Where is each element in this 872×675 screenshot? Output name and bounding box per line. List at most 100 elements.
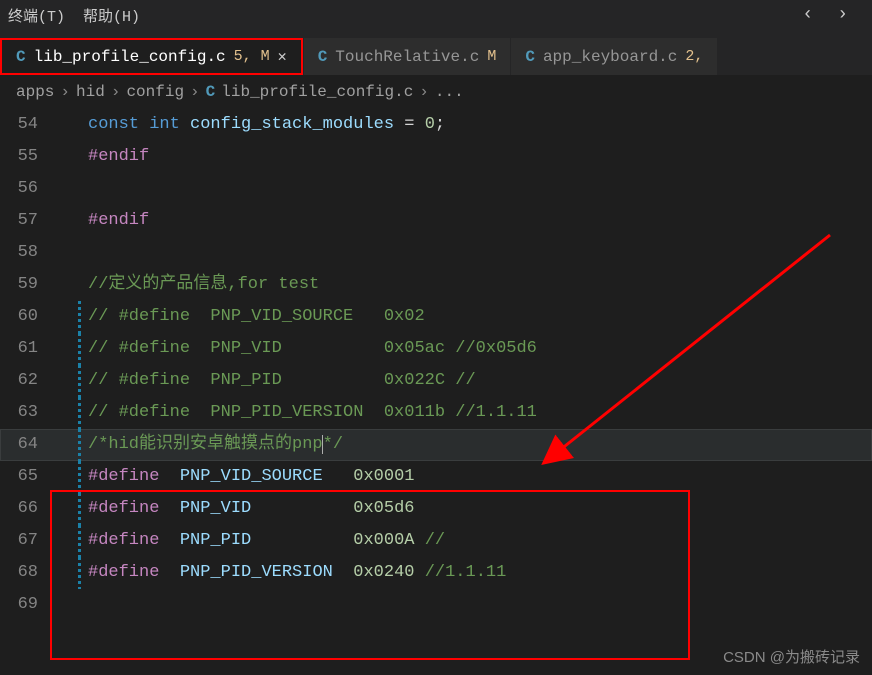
- code-line[interactable]: 55#endif: [0, 141, 872, 173]
- modified-indicator: [78, 365, 81, 397]
- nav-next-icon[interactable]: ›: [837, 5, 848, 25]
- token: [415, 531, 425, 550]
- tab-TouchRelative-c[interactable]: CTouchRelative.cM: [304, 38, 511, 75]
- token: ;: [435, 115, 445, 134]
- nav-prev-icon[interactable]: ‹: [802, 5, 813, 25]
- line-number: 67: [0, 525, 60, 557]
- code-content[interactable]: // #define PNP_VID 0x05ac //0x05d6: [60, 333, 537, 365]
- code-content[interactable]: // #define PNP_PID 0x022C //: [60, 365, 476, 397]
- code-line[interactable]: 65#define PNP_VID_SOURCE 0x0001: [0, 461, 872, 493]
- code-line[interactable]: 61 // #define PNP_VID 0x05ac //0x05d6: [0, 333, 872, 365]
- line-number: 58: [0, 237, 60, 269]
- chevron-right-icon: ›: [190, 83, 200, 101]
- code-line[interactable]: 67#define PNP_PID 0x000A //: [0, 525, 872, 557]
- code-line[interactable]: 60 // #define PNP_VID_SOURCE 0x02: [0, 301, 872, 333]
- menu-help[interactable]: 帮助(H): [83, 5, 140, 26]
- token: PNP_VID: [180, 499, 251, 518]
- line-number: 64: [0, 429, 60, 461]
- code-content[interactable]: const int config_stack_modules = 0;: [60, 109, 445, 141]
- breadcrumb-segment[interactable]: apps: [16, 83, 54, 101]
- tab-filename: TouchRelative.c: [335, 48, 479, 66]
- line-number: 54: [0, 109, 60, 141]
- c-file-icon: C: [16, 48, 26, 66]
- line-number: 60: [0, 301, 60, 333]
- token: [322, 435, 323, 454]
- code-line[interactable]: 54const int config_stack_modules = 0;: [0, 109, 872, 141]
- code-line[interactable]: 62// #define PNP_PID 0x022C //: [0, 365, 872, 397]
- tab-filename: lib_profile_config.c: [34, 48, 226, 66]
- code-content[interactable]: #define PNP_VID 0x05d6: [60, 493, 415, 525]
- code-content[interactable]: #endif: [60, 205, 149, 237]
- breadcrumb-segment[interactable]: hid: [76, 83, 105, 101]
- token: 0x0240: [353, 563, 414, 582]
- code-content[interactable]: // #define PNP_PID_VERSION 0x011b //1.1.…: [60, 397, 537, 429]
- tab-badge: 2,: [685, 48, 703, 65]
- breadcrumbs[interactable]: apps › hid › config › C lib_profile_conf…: [0, 75, 872, 109]
- line-number: 57: [0, 205, 60, 237]
- token: [251, 531, 353, 550]
- code-content[interactable]: //定义的产品信息,for test: [60, 269, 319, 301]
- code-content[interactable]: #define PNP_PID_VERSION 0x0240 //1.1.11: [60, 557, 506, 589]
- token: #define: [88, 467, 159, 486]
- token: //1.1.11: [425, 563, 507, 582]
- code-content[interactable]: // #define PNP_VID_SOURCE 0x02: [60, 301, 425, 333]
- token: #endif: [88, 211, 149, 230]
- token: PNP_PID_VERSION: [180, 563, 333, 582]
- code-line[interactable]: 69: [0, 589, 872, 621]
- code-editor[interactable]: 54const int config_stack_modules = 0;55#…: [0, 109, 872, 621]
- token: #define: [88, 499, 159, 518]
- watermark: CSDN @为搬砖记录: [723, 646, 860, 667]
- modified-indicator: [78, 333, 81, 365]
- tab-lib-profile-config-c[interactable]: Clib_profile_config.c5, M✕: [0, 38, 303, 75]
- breadcrumb-file[interactable]: lib_profile_config.c: [221, 83, 413, 101]
- code-content[interactable]: #endif: [60, 141, 149, 173]
- code-line[interactable]: 59//定义的产品信息,for test: [0, 269, 872, 301]
- code-line[interactable]: 64/*hid能识别安卓触摸点的pnp*/: [0, 429, 872, 461]
- menubar: 终端(T) 帮助(H) ‹ ›: [0, 0, 872, 30]
- token: =: [394, 115, 425, 134]
- chevron-right-icon: ›: [111, 83, 121, 101]
- modified-indicator: [78, 557, 81, 589]
- token: // #define PNP_PID_VERSION 0x011b //1.1.…: [88, 403, 537, 422]
- code-content[interactable]: [60, 589, 88, 621]
- modified-indicator: [78, 397, 81, 429]
- token: 0x05d6: [353, 499, 414, 518]
- line-number: 68: [0, 557, 60, 589]
- token: // #define PNP_VID 0x05ac //0x05d6: [88, 339, 537, 358]
- token: [159, 499, 179, 518]
- token: #endif: [88, 147, 149, 166]
- line-number: 61: [0, 333, 60, 365]
- modified-indicator: [78, 525, 81, 557]
- token: #define: [88, 531, 159, 550]
- chevron-right-icon: ›: [419, 83, 429, 101]
- token: PNP_VID_SOURCE: [180, 467, 323, 486]
- editor-tabs: Clib_profile_config.c5, M✕CTouchRelative…: [0, 30, 872, 75]
- token: [159, 531, 179, 550]
- close-icon[interactable]: ✕: [278, 47, 287, 66]
- token: #define: [88, 563, 159, 582]
- modified-indicator: [78, 461, 81, 493]
- tab-app-keyboard-c[interactable]: Capp_keyboard.c 2,: [511, 38, 717, 75]
- c-file-icon: C: [206, 83, 216, 101]
- code-line[interactable]: 66#define PNP_VID 0x05d6: [0, 493, 872, 525]
- code-line[interactable]: 57 #endif: [0, 205, 872, 237]
- code-content[interactable]: /*hid能识别安卓触摸点的pnp*/: [60, 429, 343, 461]
- code-line[interactable]: 56: [0, 173, 872, 205]
- menu-terminal[interactable]: 终端(T): [8, 5, 65, 26]
- code-content[interactable]: [60, 173, 88, 205]
- modified-indicator: [78, 429, 81, 461]
- code-content[interactable]: #define PNP_VID_SOURCE 0x0001: [60, 461, 414, 493]
- token: // #define PNP_VID_SOURCE 0x02: [88, 307, 425, 326]
- breadcrumb-tail[interactable]: ...: [435, 83, 464, 101]
- tab-filename: app_keyboard.c: [543, 48, 677, 66]
- token: config_stack_modules: [190, 115, 394, 134]
- line-number: 66: [0, 493, 60, 525]
- code-line[interactable]: 68#define PNP_PID_VERSION 0x0240 //1.1.1…: [0, 557, 872, 589]
- c-file-icon: C: [525, 48, 535, 66]
- code-line[interactable]: 58: [0, 237, 872, 269]
- code-content[interactable]: #define PNP_PID 0x000A //: [60, 525, 445, 557]
- code-line[interactable]: 63// #define PNP_PID_VERSION 0x011b //1.…: [0, 397, 872, 429]
- code-content[interactable]: [60, 237, 88, 269]
- breadcrumb-segment[interactable]: config: [126, 83, 184, 101]
- line-number: 59: [0, 269, 60, 301]
